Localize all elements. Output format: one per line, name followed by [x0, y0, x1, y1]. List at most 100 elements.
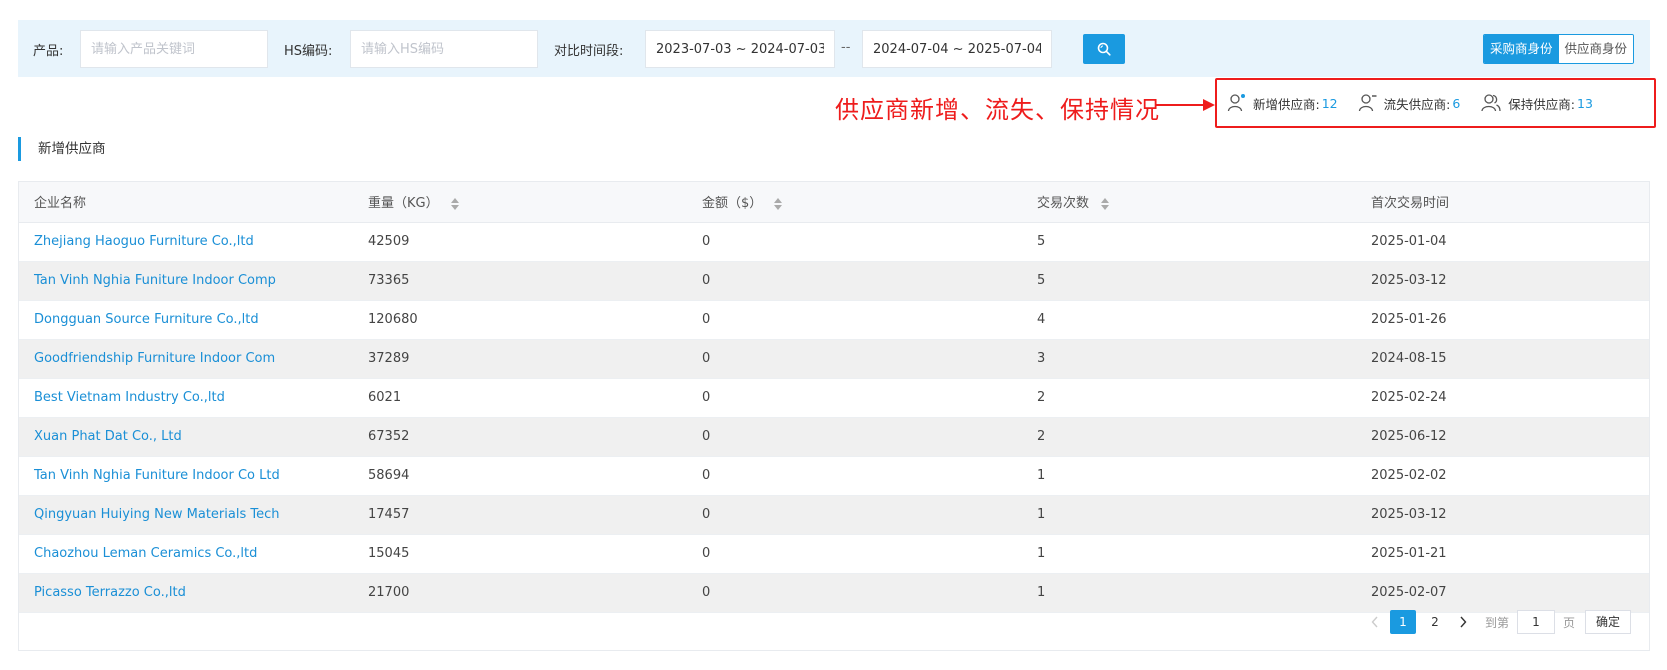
- col-trade-count[interactable]: 交易次数: [1022, 182, 1356, 223]
- company-link[interactable]: Qingyuan Huiying New Materials Tech: [34, 507, 279, 522]
- supplier-stats-box: 新增供应商: 12 流失供应商: 6 保持供应商: 13: [1215, 78, 1656, 128]
- trade-count-cell: 1: [1022, 495, 1356, 535]
- trade-count-cell: 1: [1022, 456, 1356, 496]
- kept-suppliers-count[interactable]: 13: [1577, 96, 1593, 111]
- lost-suppliers-stat: 流失供应商: 6: [1358, 93, 1460, 113]
- first-trade-date-cell: 2025-03-12: [1356, 495, 1649, 535]
- period-a-input[interactable]: [645, 30, 835, 68]
- hs-code-input[interactable]: [350, 30, 538, 68]
- lost-suppliers-label: 流失供应商:: [1383, 96, 1451, 112]
- user-remove-icon: [1358, 94, 1377, 112]
- goto-label: 到第: [1484, 615, 1509, 630]
- sort-icon[interactable]: [450, 197, 459, 210]
- chevron-left-icon: [1371, 616, 1378, 628]
- weight-cell: 67352: [353, 417, 687, 457]
- confirm-button[interactable]: 确定: [1584, 610, 1631, 634]
- product-input[interactable]: [80, 30, 268, 68]
- section-title: 新增供应商: [18, 137, 106, 161]
- table-row: Tan Vinh Nghia Funiture Indoor Co Ltd 586…: [19, 456, 1649, 496]
- trade-count-cell: 1: [1022, 573, 1356, 613]
- first-trade-date-cell: 2025-03-12: [1356, 261, 1649, 301]
- weight-cell: 120680: [353, 300, 687, 340]
- amount-cell: 0: [687, 222, 1022, 262]
- company-link[interactable]: Tan Vinh Nghia Funiture Indoor Co Ltd: [34, 468, 280, 483]
- company-name-cell: Goodfriendship Furniture Indoor Com: [19, 339, 353, 379]
- lost-suppliers-count[interactable]: 6: [1452, 96, 1460, 111]
- kept-suppliers-stat: 保持供应商: 13: [1480, 93, 1593, 113]
- filter-bar: 产品: HS编码: 对比时间段: -- 采购商身份 供应商身份: [18, 20, 1650, 77]
- user-add-icon: [1227, 94, 1245, 112]
- goto-page-input[interactable]: [1516, 610, 1555, 634]
- trade-count-cell: 1: [1022, 534, 1356, 574]
- company-link[interactable]: Xuan Phat Dat Co., Ltd: [34, 429, 182, 444]
- period-separator: --: [841, 40, 851, 55]
- first-trade-date-cell: 2025-02-02: [1356, 456, 1649, 496]
- company-name-cell: Tan Vinh Nghia Funiture Indoor Co Ltd: [19, 456, 353, 496]
- amount-cell: 0: [687, 417, 1022, 457]
- table-row: Chaozhou Leman Ceramics Co.,ltd 15045 0 1 20…: [19, 534, 1649, 574]
- company-link[interactable]: Picasso Terrazzo Co.,ltd: [34, 585, 186, 600]
- weight-cell: 15045: [353, 534, 687, 574]
- amount-cell: 0: [687, 339, 1022, 379]
- weight-cell: 6021: [353, 378, 687, 418]
- col-company-name: 企业名称: [19, 182, 353, 223]
- buyer-identity-button[interactable]: 采购商身份: [1484, 35, 1559, 63]
- company-name-cell: Xuan Phat Dat Co., Ltd: [19, 417, 353, 457]
- trade-count-cell: 2: [1022, 417, 1356, 457]
- new-suppliers-count[interactable]: 12: [1322, 96, 1338, 111]
- first-trade-date-cell: 2025-01-04: [1356, 222, 1649, 262]
- company-link[interactable]: Dongguan Source Furniture Co.,ltd: [34, 312, 259, 327]
- amount-cell: 0: [687, 573, 1022, 613]
- search-icon: [1097, 42, 1111, 56]
- trade-count-cell: 3: [1022, 339, 1356, 379]
- company-name-cell: Picasso Terrazzo Co.,ltd: [19, 573, 353, 613]
- sort-icon[interactable]: [1101, 197, 1110, 210]
- company-name-cell: Tan Vinh Nghia Funiture Indoor Comp: [19, 261, 353, 301]
- company-name-cell: Zhejiang Haoguo Furniture Co.,ltd: [19, 222, 353, 262]
- product-label: 产品:: [33, 44, 64, 59]
- kept-suppliers-label: 保持供应商:: [1508, 96, 1576, 112]
- table-row: Best Vietnam Industry Co.,ltd 6021 0 2 2025-…: [19, 378, 1649, 418]
- supplier-identity-button[interactable]: 供应商身份: [1558, 35, 1634, 63]
- first-trade-date-cell: 2025-02-24: [1356, 378, 1649, 418]
- company-name-cell: Dongguan Source Furniture Co.,ltd: [19, 300, 353, 340]
- weight-cell: 17457: [353, 495, 687, 535]
- page-1-button[interactable]: 1: [1389, 610, 1416, 634]
- period-label: 对比时间段:: [554, 44, 624, 59]
- company-link[interactable]: Zhejiang Haoguo Furniture Co.,ltd: [34, 234, 254, 249]
- amount-cell: 0: [687, 534, 1022, 574]
- weight-cell: 73365: [353, 261, 687, 301]
- suppliers-table: 企业名称 重量（KG） 金额（$） 交易次数 首次交易时间 Zhejiang H…: [18, 181, 1650, 651]
- amount-cell: 0: [687, 261, 1022, 301]
- hs-label: HS编码:: [284, 44, 333, 59]
- company-name-cell: Chaozhou Leman Ceramics Co.,ltd: [19, 534, 353, 574]
- col-amount[interactable]: 金额（$）: [687, 182, 1022, 223]
- company-link[interactable]: Best Vietnam Industry Co.,ltd: [34, 390, 225, 405]
- table-row: Dongguan Source Furniture Co.,ltd 120680 0…: [19, 300, 1649, 340]
- trade-count-cell: 5: [1022, 222, 1356, 262]
- users-icon: [1481, 94, 1501, 112]
- company-link[interactable]: Tan Vinh Nghia Funiture Indoor Comp: [34, 273, 276, 288]
- chevron-right-icon: [1460, 616, 1467, 628]
- amount-cell: 0: [687, 495, 1022, 535]
- company-link[interactable]: Goodfriendship Furniture Indoor Com: [34, 351, 275, 366]
- period-b-input[interactable]: [862, 30, 1052, 68]
- first-trade-date-cell: 2025-01-26: [1356, 300, 1649, 340]
- table-header-row: 企业名称 重量（KG） 金额（$） 交易次数 首次交易时间: [19, 182, 1649, 223]
- page-2-button[interactable]: 2: [1422, 610, 1448, 634]
- prev-page-button[interactable]: [1363, 610, 1387, 634]
- first-trade-date-cell: 2025-02-07: [1356, 573, 1649, 613]
- first-trade-date-cell: 2024-08-15: [1356, 339, 1649, 379]
- next-page-button[interactable]: [1451, 610, 1475, 634]
- sort-icon[interactable]: [774, 197, 783, 210]
- trade-count-cell: 2: [1022, 378, 1356, 418]
- table-row: Zhejiang Haoguo Furniture Co.,ltd 42509 0 5…: [19, 222, 1649, 262]
- amount-cell: 0: [687, 300, 1022, 340]
- col-weight[interactable]: 重量（KG）: [353, 182, 687, 223]
- company-name-cell: Best Vietnam Industry Co.,ltd: [19, 378, 353, 418]
- amount-cell: 0: [687, 456, 1022, 496]
- search-button[interactable]: [1083, 34, 1125, 64]
- trade-count-cell: 5: [1022, 261, 1356, 301]
- company-link[interactable]: Chaozhou Leman Ceramics Co.,ltd: [34, 546, 257, 561]
- annotation-text: 供应商新增、流失、保持情况: [835, 96, 1160, 124]
